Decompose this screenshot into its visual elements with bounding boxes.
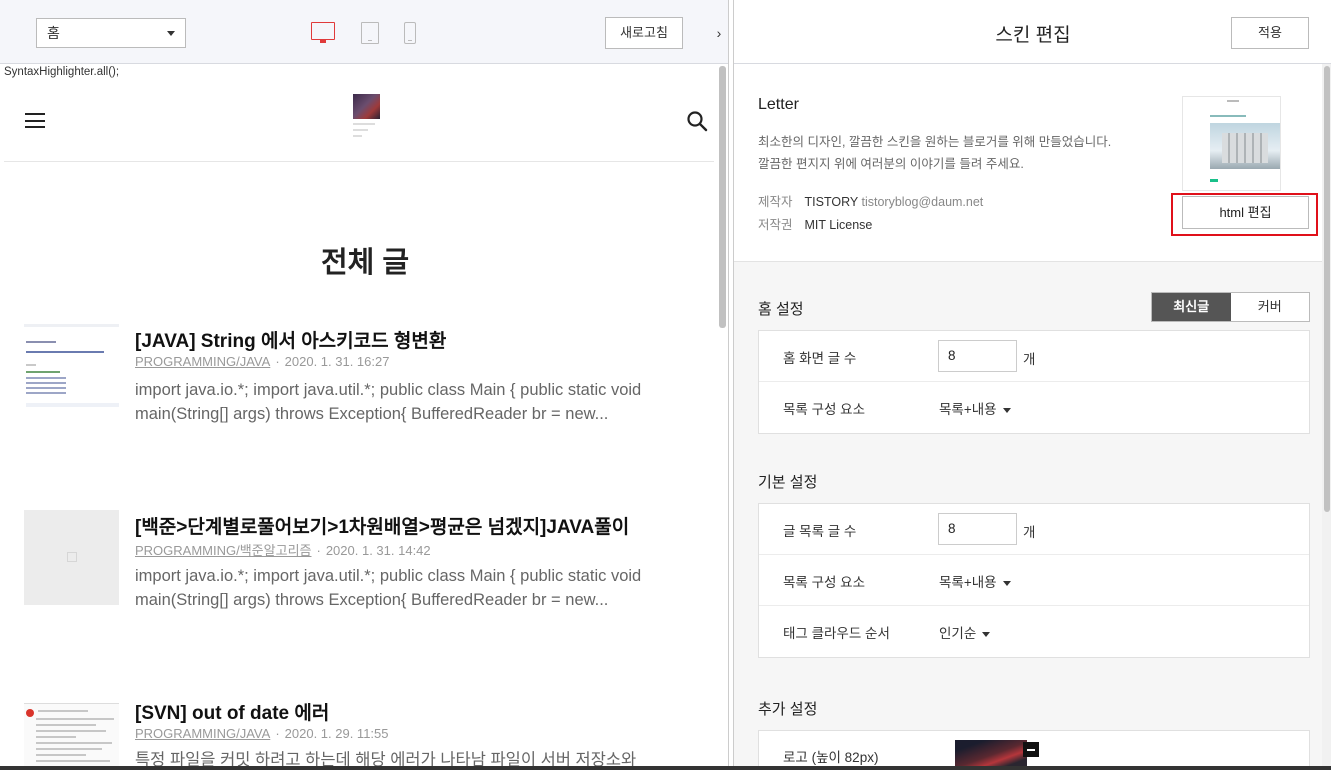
page-select-value: 홈 [47,25,60,41]
post-date: 2020. 1. 29. 11:55 [284,726,389,741]
skin-info-card: Letter 최소한의 디자인, 깔끔한 스킨을 원하는 블로거를 위해 만들었… [734,64,1322,262]
skin-description: 최소한의 디자인, 깔끔한 스킨을 원하는 블로거를 위해 만들었습니다. 깔끔… [758,131,1111,175]
setting-row: 목록 구성 요소 목록+내용 [759,555,1309,606]
section-title: 전체 글 [320,247,410,279]
post-category[interactable]: PROGRAMMING/JAVA [135,354,270,369]
setting-row: 로고 (높이 82px) [759,731,1309,770]
home-settings-group: 홈 화면 글 수 8 개 목록 구성 요소 목록+내용 [758,330,1310,434]
header-divider [4,161,714,162]
preview-pane: 홈 새로고침 › SyntaxHighlighter.all(); 전체 글 [… [0,0,729,770]
basic-settings-title: 기본 설정 [758,474,818,491]
post-meta: PROGRAMMING/JAVA · 2020. 1. 29. 11:55 [135,726,389,741]
skin-author: 제작자 TISTORY tistoryblog@daum.net [758,191,983,210]
post-date: 2020. 1. 31. 16:27 [284,354,390,369]
chevron-down-icon [1002,580,1011,586]
tag-order-dropdown[interactable]: 인기순 [939,622,991,642]
basic-settings-group: 글 목록 글 수 8 개 목록 구성 요소 목록+내용 태그 클라우드 순서 인… [758,503,1310,658]
image-placeholder-icon [67,552,77,562]
setting-label: 글 목록 글 수 [783,524,857,539]
post-category[interactable]: PROGRAMMING/백준알고리즘 [135,543,311,558]
setting-label: 태그 클라우드 순서 [783,626,890,641]
chevron-down-icon [1002,407,1011,413]
post-thumbnail[interactable] [24,324,119,419]
post-thumbnail[interactable] [24,696,119,770]
post-meta: PROGRAMMING/JAVA · 2020. 1. 31. 16:27 [135,354,390,369]
post-meta: PROGRAMMING/백준알고리즘 · 2020. 1. 31. 14:42 [135,543,431,558]
list-elements-dropdown[interactable]: 목록+내용 [939,571,1011,591]
chevron-down-icon [982,631,991,637]
search-icon[interactable] [686,110,708,132]
apply-button[interactable]: 적용 [1231,17,1309,49]
post-thumbnail[interactable] [24,510,119,605]
unit-label: 개 [1023,525,1036,540]
tablet-icon[interactable] [361,22,379,44]
panel-scrollbar[interactable] [1322,64,1331,770]
dropdown-value: 인기순 [939,626,977,641]
license-value: MIT License [804,218,873,232]
toggle-cover[interactable]: 커버 [1231,293,1310,321]
home-type-toggle: 최신글 커버 [1151,292,1310,322]
chevron-right-icon[interactable]: › [709,18,728,48]
dropdown-value: 목록+내용 [939,575,997,590]
post-title[interactable]: [SVN] out of date 에러 [135,698,329,725]
extra-settings-group: 로고 (높이 82px) [758,730,1310,770]
post-item[interactable]: [백준>단계별로풀어보기>1차원배열>평균은 넘겠지]JAVA풀이 PROGRA… [24,510,714,630]
post-excerpt: import java.io.*; import java.util.*; pu… [135,567,642,609]
mobile-icon[interactable] [404,22,416,44]
skin-preview-thumbnail [1182,96,1281,191]
list-post-count-input[interactable]: 8 [938,513,1017,545]
skin-desc-line: 최소한의 디자인, 깔끔한 스킨을 원하는 블로거를 위해 만들었습니다. [758,135,1112,149]
skin-license: 저작권 MIT License [758,214,872,233]
post-date: 2020. 1. 31. 14:42 [325,543,431,558]
setting-row: 목록 구성 요소 목록+내용 [759,382,1309,433]
html-edit-button[interactable]: html 편집 [1182,196,1309,229]
author-email: tistoryblog@daum.net [861,195,984,209]
author-name: TISTORY [804,195,859,209]
setting-label: 목록 구성 요소 [783,575,866,590]
syntax-text: SyntaxHighlighter.all(); [4,66,120,78]
error-icon [26,709,34,717]
toggle-latest[interactable]: 최신글 [1152,293,1231,321]
refresh-button[interactable]: 새로고침 [605,17,683,49]
license-label: 저작권 [758,218,793,232]
setting-row: 태그 클라우드 순서 인기순 [759,606,1309,657]
preview-toolbar: 홈 새로고침 › [0,0,728,64]
unit-label: 개 [1023,352,1036,367]
chevron-down-icon [167,31,175,36]
home-settings-title: 홈 설정 [758,301,804,318]
page-select[interactable]: 홈 [36,18,186,48]
home-post-count-input[interactable]: 8 [938,340,1017,372]
post-item[interactable]: [JAVA] String 에서 아스키코드 형변환 PROGRAMMING/J… [24,324,714,444]
skin-edit-panel: 스킨 편집 적용 Letter 최소한의 디자인, 깔끔한 스킨을 원하는 블로… [733,0,1331,770]
window-bottom-edge [0,766,1331,770]
setting-row: 홈 화면 글 수 8 개 [759,331,1309,382]
skin-desc-line: 깔끔한 편지지 위에 여러분의 이야기를 들려 주세요. [758,157,1024,171]
post-title[interactable]: [JAVA] String 에서 아스키코드 형변환 [135,326,446,353]
skin-name: Letter [758,96,799,113]
setting-label: 목록 구성 요소 [783,402,866,417]
desktop-icon[interactable] [311,22,335,43]
hamburger-icon[interactable] [25,113,45,128]
skin-editor-app: 홈 새로고침 › SyntaxHighlighter.all(); 전체 글 [… [0,0,1331,770]
setting-label: 홈 화면 글 수 [783,351,857,366]
post-title[interactable]: [백준>단계별로풀어보기>1차원배열>평균은 넘겠지]JAVA풀이 [135,512,629,539]
post-excerpt: import java.io.*; import java.util.*; pu… [135,381,642,423]
setting-label: 로고 (높이 82px) [783,750,879,765]
post-item[interactable]: [SVN] out of date 에러 PROGRAMMING/JAVA · 20… [24,696,714,770]
preview-scrollbar[interactable] [719,66,726,328]
extra-settings-title: 추가 설정 [758,701,818,718]
minus-icon[interactable] [1023,742,1039,757]
home-list-dropdown[interactable]: 목록+내용 [939,398,1011,418]
post-category[interactable]: PROGRAMMING/JAVA [135,726,270,741]
blog-logo[interactable] [353,94,380,150]
panel-header: 스킨 편집 적용 [734,0,1331,64]
author-label: 제작자 [758,195,793,209]
dropdown-value: 목록+내용 [939,402,997,417]
blog-preview: SyntaxHighlighter.all(); 전체 글 [JAVA] Str… [0,64,717,770]
setting-row: 글 목록 글 수 8 개 [759,504,1309,555]
